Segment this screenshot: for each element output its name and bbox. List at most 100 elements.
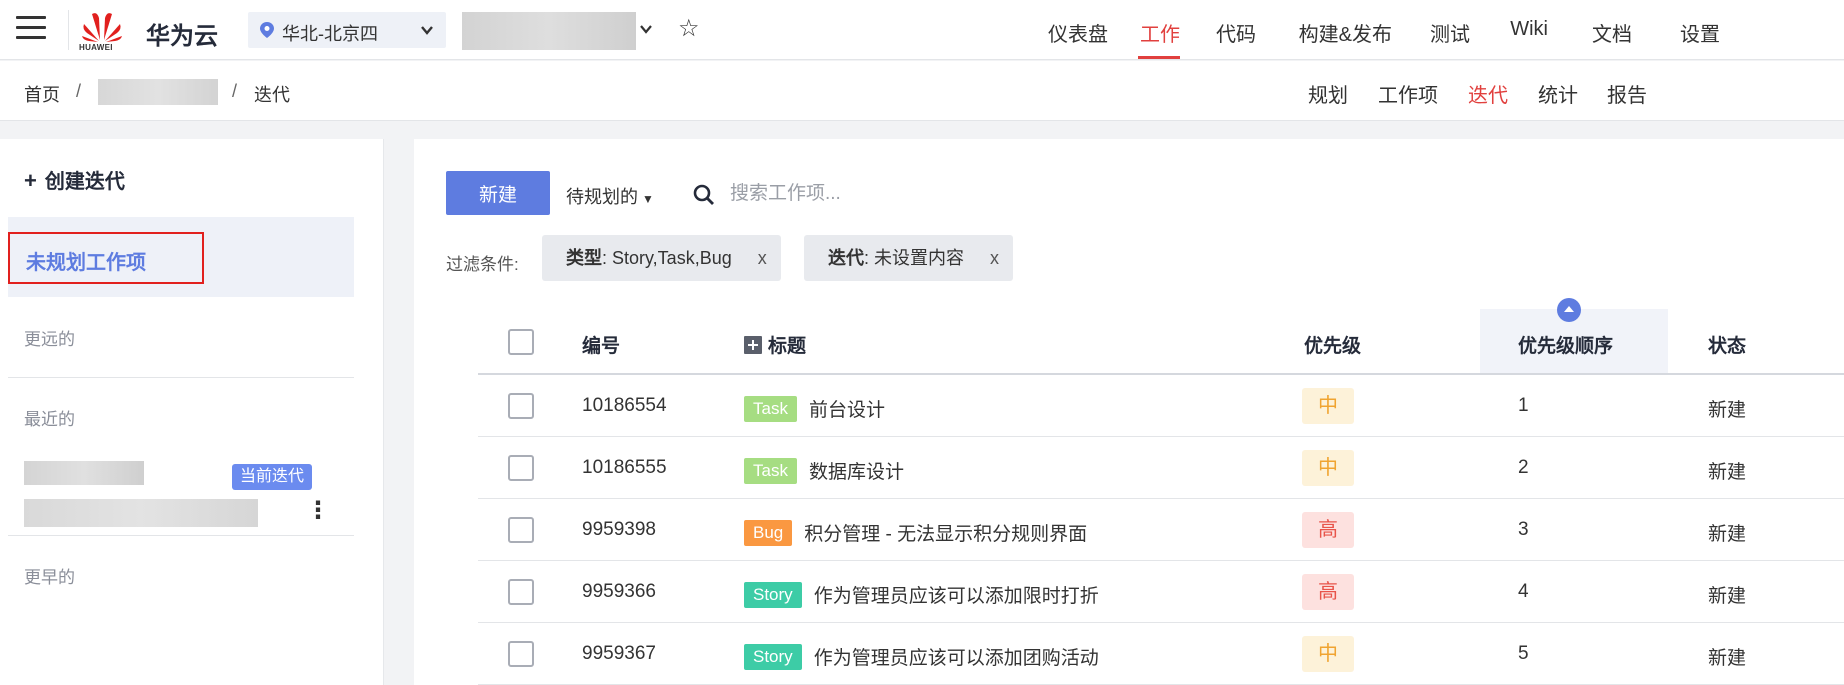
iteration-dates bbox=[24, 499, 258, 527]
work-item-title[interactable]: Story 作为管理员应该可以添加限时打折 bbox=[744, 581, 1099, 610]
section-earlier[interactable]: 更早的 bbox=[24, 563, 75, 588]
work-item-title[interactable]: Task 前台设计 bbox=[744, 395, 885, 424]
sub-bar: 首页 / / 迭代 规划 工作项 迭代 统计 报告 bbox=[0, 61, 1844, 121]
expand-all-icon[interactable] bbox=[744, 336, 762, 354]
priority-order: 1 bbox=[1518, 395, 1529, 416]
priority-badge[interactable]: 高 bbox=[1302, 512, 1354, 548]
title-text: 积分管理 - 无法显示积分规则界面 bbox=[804, 524, 1088, 545]
project-selector[interactable] bbox=[462, 12, 636, 50]
priority-badge[interactable]: 中 bbox=[1302, 388, 1354, 424]
row-checkbox[interactable] bbox=[508, 579, 534, 605]
breadcrumb-project[interactable] bbox=[98, 79, 218, 105]
star-icon[interactable]: ☆ bbox=[678, 16, 700, 42]
close-icon[interactable]: x bbox=[990, 248, 999, 268]
breadcrumb-separator: / bbox=[232, 81, 238, 101]
priority-badge[interactable]: 中 bbox=[1302, 636, 1354, 672]
column-header-title[interactable]: 标题 bbox=[744, 331, 806, 358]
new-button[interactable]: 新建 bbox=[446, 171, 550, 215]
column-header-priority[interactable]: 优先级 bbox=[1304, 331, 1361, 358]
filter-dropdown[interactable]: 待规划的 ▼ bbox=[566, 183, 654, 209]
work-items-panel: 新建 待规划的 ▼ 过滤条件: 类型: Story,Task,Bug x 迭代: 未… bbox=[414, 139, 1844, 685]
create-iteration-label: 创建迭代 bbox=[44, 171, 125, 193]
title-text: 前台设计 bbox=[808, 400, 885, 421]
subnav-stats[interactable]: 统计 bbox=[1538, 79, 1578, 108]
subnav-plan[interactable]: 规划 bbox=[1308, 79, 1348, 108]
search-icon[interactable] bbox=[692, 183, 716, 207]
table-row[interactable]: 9959367 Story 作为管理员应该可以添加团购活动 中 5 新建 bbox=[478, 623, 1844, 685]
nav-settings[interactable]: 设置 bbox=[1680, 18, 1720, 47]
region-label: 华北-北京四 bbox=[282, 24, 378, 44]
title-text: 作为管理员应该可以添加限时打折 bbox=[813, 586, 1099, 607]
priority-order: 2 bbox=[1518, 457, 1529, 478]
column-header-id[interactable]: 编号 bbox=[582, 331, 620, 358]
iteration-name[interactable] bbox=[24, 461, 144, 485]
status-text[interactable]: 新建 bbox=[1708, 395, 1746, 422]
priority-badge[interactable]: 中 bbox=[1302, 450, 1354, 486]
subnav-workitems[interactable]: 工作项 bbox=[1378, 79, 1438, 108]
work-item-id[interactable]: 10186554 bbox=[582, 395, 667, 417]
subnav-iterations[interactable]: 迭代 bbox=[1468, 79, 1508, 108]
table-row[interactable]: 9959398 Bug 积分管理 - 无法显示积分规则界面 高 3 新建 bbox=[478, 499, 1844, 561]
table-row[interactable]: 9959366 Story 作为管理员应该可以添加限时打折 高 4 新建 bbox=[478, 561, 1844, 623]
divider bbox=[8, 535, 354, 536]
type-tag: Bug bbox=[744, 519, 793, 546]
sort-ascending-icon[interactable] bbox=[1556, 297, 1582, 323]
close-icon[interactable]: x bbox=[758, 248, 767, 268]
brand-name[interactable]: 华为云 bbox=[146, 16, 218, 51]
table-row[interactable]: 10186555 Task 数据库设计 中 2 新建 bbox=[478, 437, 1844, 499]
row-checkbox[interactable] bbox=[508, 455, 534, 481]
nav-build-release[interactable]: 构建&发布 bbox=[1299, 18, 1392, 47]
column-header-status[interactable]: 状态 bbox=[1708, 331, 1746, 358]
filter-chip-iteration[interactable]: 迭代: 未设置内容 x bbox=[804, 235, 1014, 281]
work-item-id[interactable]: 10186555 bbox=[582, 457, 667, 479]
nav-wiki[interactable]: Wiki bbox=[1510, 18, 1548, 41]
chevron-down-icon[interactable] bbox=[640, 24, 652, 34]
filter-conditions-label: 过滤条件: bbox=[446, 255, 519, 274]
select-all-checkbox[interactable] bbox=[508, 329, 534, 355]
work-item-id[interactable]: 9959366 bbox=[582, 581, 656, 603]
work-item-id[interactable]: 9959398 bbox=[582, 519, 656, 541]
subnav-report[interactable]: 报告 bbox=[1607, 79, 1647, 108]
region-selector[interactable]: 华北-北京四 bbox=[248, 12, 446, 48]
title-text: 数据库设计 bbox=[808, 462, 904, 483]
work-item-title[interactable]: Bug 积分管理 - 无法显示积分规则界面 bbox=[744, 519, 1087, 548]
work-item-title[interactable]: Story 作为管理员应该可以添加团购活动 bbox=[744, 643, 1099, 672]
type-tag: Task bbox=[744, 457, 797, 484]
row-checkbox[interactable] bbox=[508, 393, 534, 419]
status-text[interactable]: 新建 bbox=[1708, 519, 1746, 546]
search-input[interactable] bbox=[730, 179, 1130, 209]
column-header-priority-order[interactable]: 优先级顺序 bbox=[1518, 331, 1613, 358]
title-text: 作为管理员应该可以添加团购活动 bbox=[813, 648, 1099, 669]
caret-down-icon: ▼ bbox=[642, 192, 654, 206]
section-future[interactable]: 更远的 bbox=[24, 325, 75, 350]
nav-test[interactable]: 测试 bbox=[1430, 18, 1470, 47]
breadcrumb-home[interactable]: 首页 bbox=[24, 81, 60, 107]
priority-badge[interactable]: 高 bbox=[1302, 574, 1354, 610]
status-text[interactable]: 新建 bbox=[1708, 581, 1746, 608]
divider bbox=[68, 10, 69, 50]
nav-dashboard[interactable]: 仪表盘 bbox=[1048, 18, 1108, 47]
work-item-title[interactable]: Task 数据库设计 bbox=[744, 457, 904, 486]
column-title-label: 标题 bbox=[768, 336, 807, 357]
work-item-id[interactable]: 9959367 bbox=[582, 643, 656, 665]
filter-chip-type[interactable]: 类型: Story,Task,Bug x bbox=[542, 235, 781, 281]
status-text[interactable]: 新建 bbox=[1708, 643, 1746, 670]
nav-active-indicator bbox=[1138, 56, 1180, 59]
sidebar-item-unplanned[interactable]: 未规划工作项 bbox=[8, 217, 354, 297]
section-recent[interactable]: 最近的 bbox=[24, 405, 75, 430]
nav-work[interactable]: 工作 bbox=[1140, 18, 1180, 47]
menu-icon[interactable] bbox=[16, 16, 46, 42]
nav-docs[interactable]: 文档 bbox=[1592, 18, 1632, 47]
nav-code[interactable]: 代码 bbox=[1216, 18, 1256, 47]
status-text[interactable]: 新建 bbox=[1708, 457, 1746, 484]
chip-value: : Story,Task,Bug bbox=[602, 248, 732, 268]
row-checkbox[interactable] bbox=[508, 641, 534, 667]
type-tag: Story bbox=[744, 581, 802, 608]
create-iteration-button[interactable]: + 创建迭代 bbox=[24, 165, 125, 194]
breadcrumb-separator: / bbox=[76, 81, 82, 101]
table-row[interactable]: 10186554 Task 前台设计 中 1 新建 bbox=[478, 375, 1844, 437]
more-vertical-icon[interactable]: ⋮ bbox=[306, 497, 330, 525]
row-checkbox[interactable] bbox=[508, 517, 534, 543]
top-bar: HUAWEI 华为云 华北-北京四 ☆ 仪表盘 工作 代码 构建&发布 测试 W… bbox=[0, 0, 1844, 60]
priority-order: 3 bbox=[1518, 519, 1529, 540]
